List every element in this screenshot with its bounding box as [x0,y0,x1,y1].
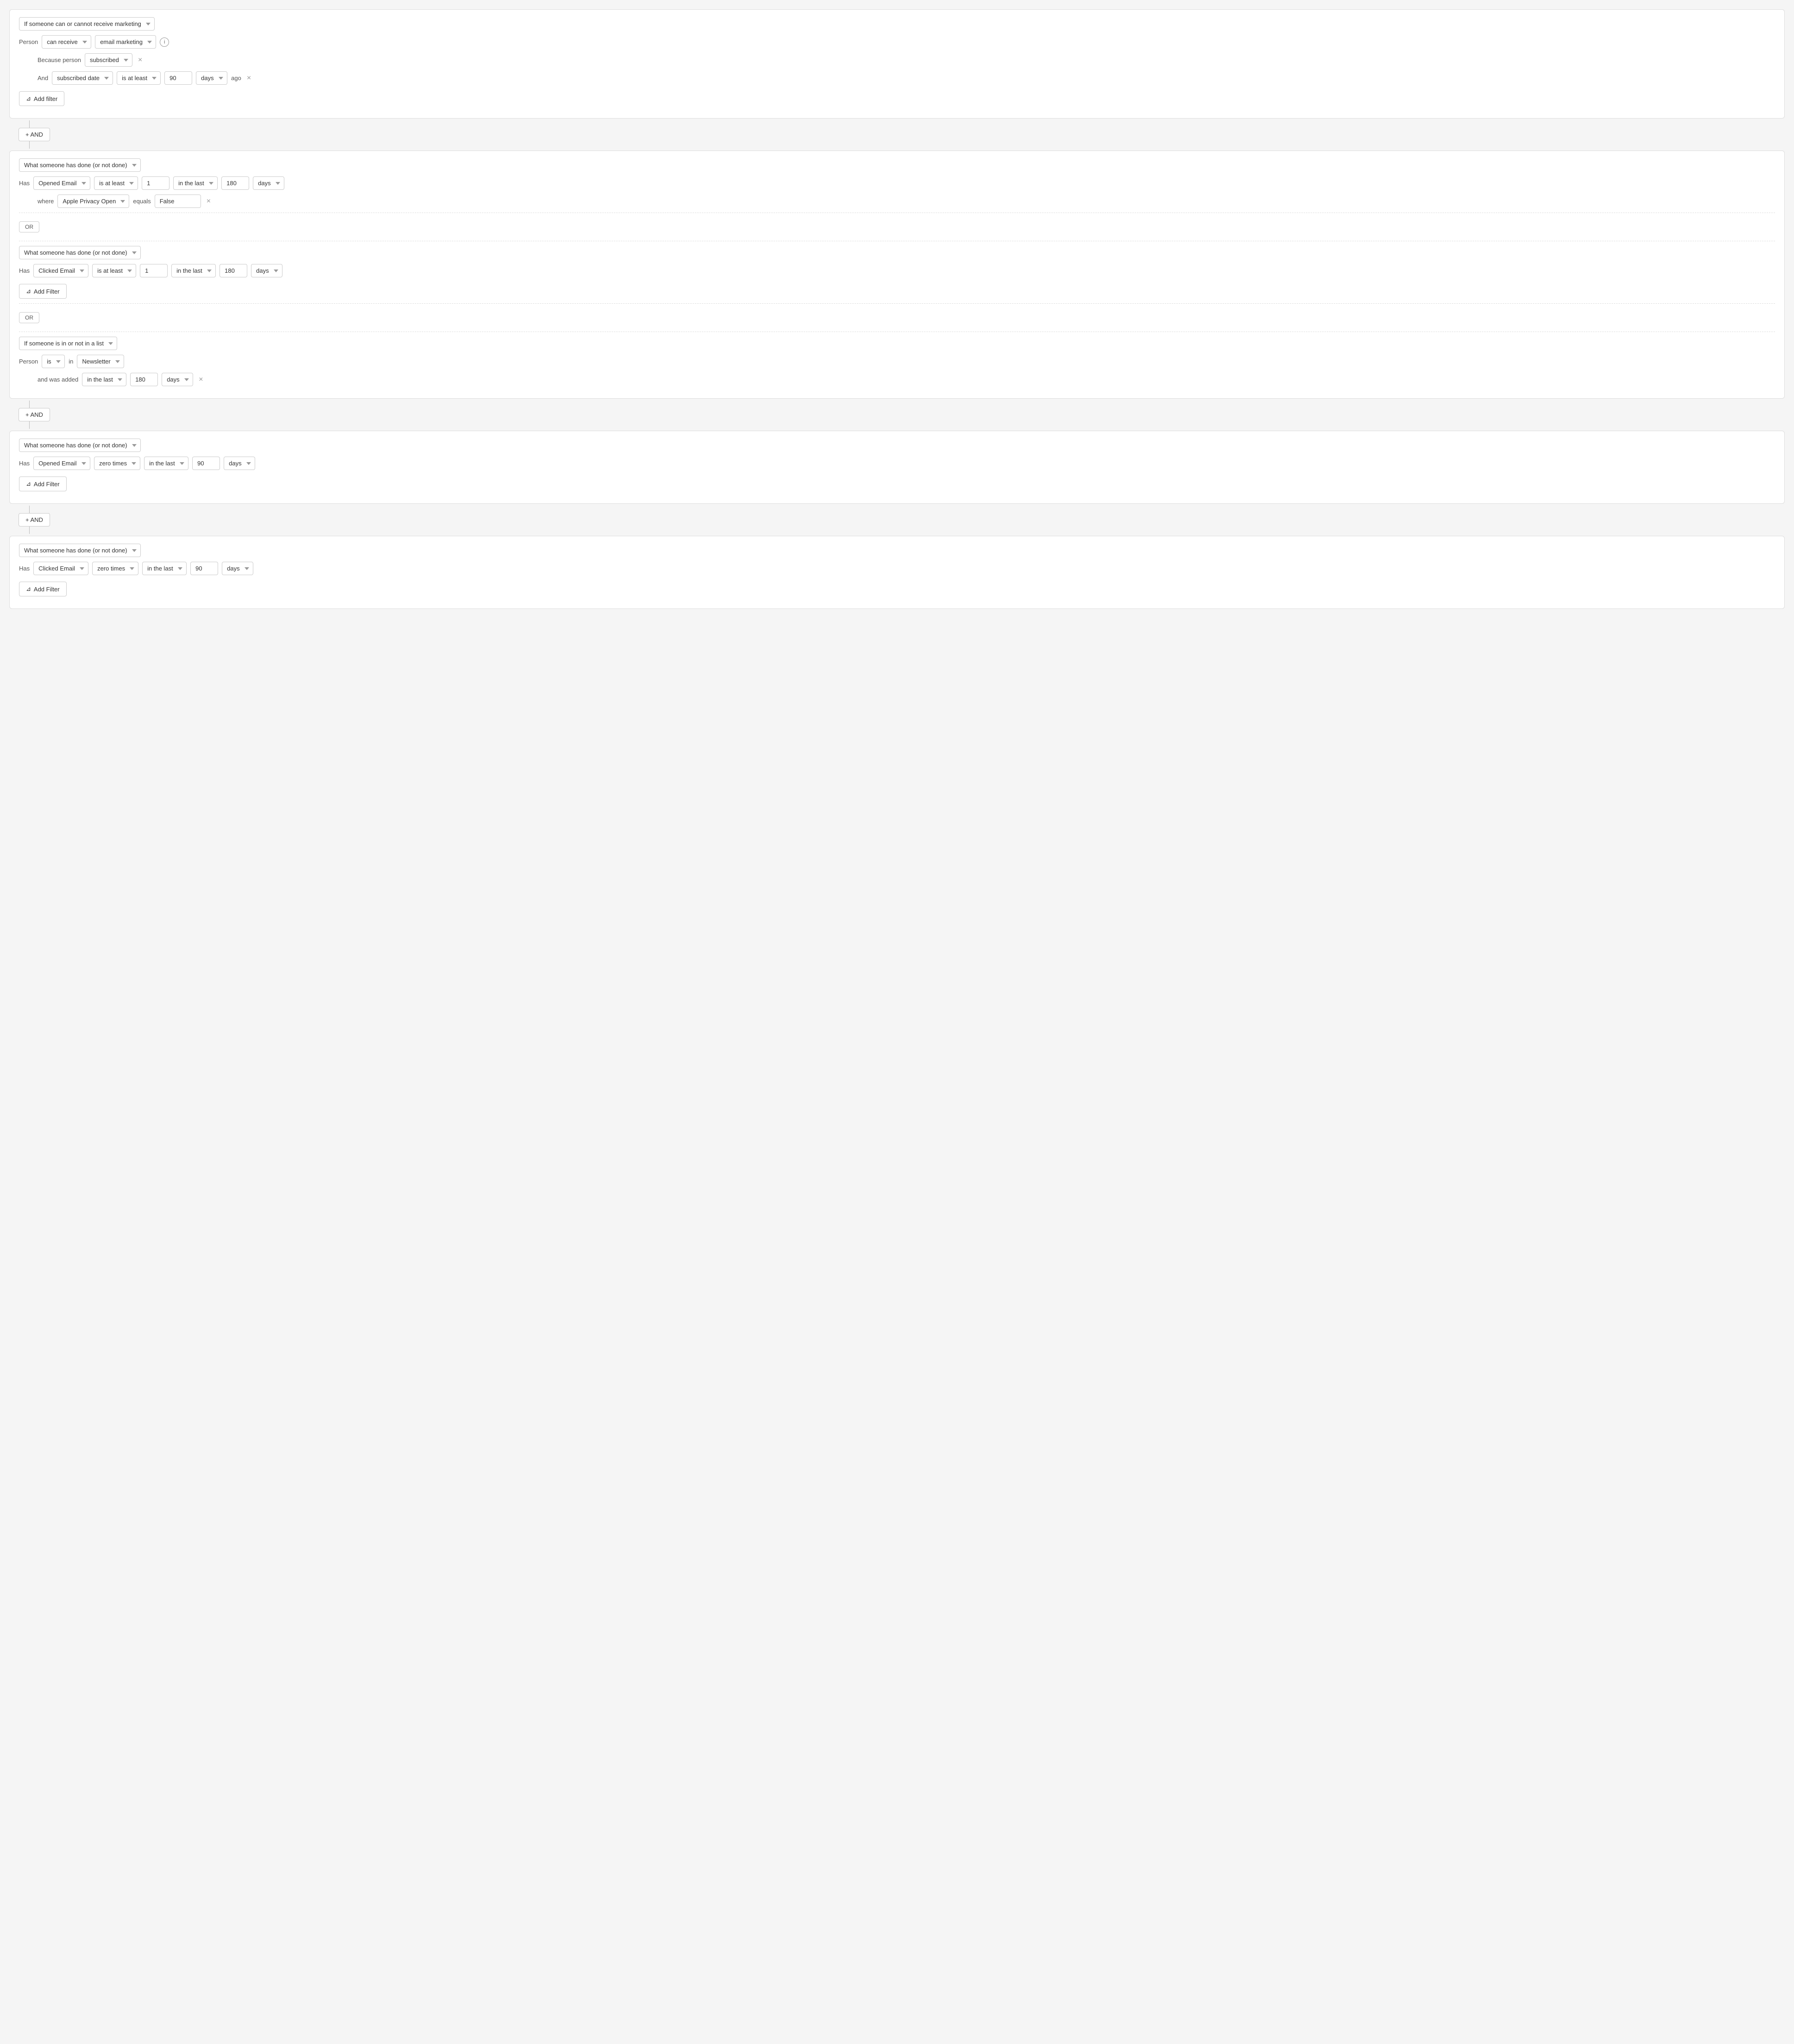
added-unit-2c[interactable]: days [162,373,193,386]
vline-3 [29,401,30,408]
main-select-2a[interactable]: What someone has done (or not done) [19,158,141,172]
add-filter-btn-1[interactable]: ⊿ Add filter [19,91,64,106]
and-connector-3: + AND [19,504,1785,536]
equals-value-2a[interactable] [155,194,201,208]
or-divider-3 [19,303,1775,304]
apple-privacy-select[interactable]: Apple Privacy Open [57,194,129,208]
close-where-btn[interactable]: × [205,197,213,206]
is-at-least-select-1[interactable]: is at least [117,71,161,85]
add-filter-btn-3[interactable]: ⊿ Add Filter [19,477,67,491]
sub-block-clicked-email: What someone has done (or not done) Has … [19,246,1775,299]
and-btn-3[interactable]: + AND [19,513,50,527]
condition-block-2: What someone has done (or not done) Has … [9,150,1785,399]
and-connector-1: + AND [19,119,1785,150]
clicked-email-select[interactable]: Clicked Email [33,264,88,277]
in-the-last-select-3[interactable]: in the last [144,457,188,470]
email-marketing-select[interactable]: email marketing [95,35,156,49]
vline-1 [29,120,30,128]
close-and-btn[interactable]: × [245,74,253,83]
or-badge-2: OR [19,312,39,323]
and-connector-2: + AND [19,399,1785,431]
added-value-2c[interactable] [130,373,158,386]
time-unit-3[interactable]: days [224,457,255,470]
value-2b[interactable] [140,264,168,277]
has-label-2a: Has [19,180,30,187]
where-label-2a: where [38,198,54,205]
value-2a[interactable] [142,176,169,190]
and-btn-1[interactable]: + AND [19,128,50,141]
time-unit-4[interactable]: days [222,562,253,575]
in-label-2c: in [69,358,73,365]
opened-email-select[interactable]: Opened Email [33,176,90,190]
because-label: Because person [38,56,81,63]
is-at-least-select-2b[interactable]: is at least [92,264,136,277]
main-select-1[interactable]: If someone can or cannot receive marketi… [19,17,155,31]
has-label-3: Has [19,460,30,467]
condition-block-4: What someone has done (or not done) Has … [9,536,1785,609]
add-filter-btn-2b[interactable]: ⊿ Add Filter [19,284,67,299]
vline-5 [29,506,30,513]
time-condition-2a[interactable]: in the last [173,176,218,190]
main-select-3[interactable]: What someone has done (or not done) [19,439,141,452]
main-select-4[interactable]: What someone has done (or not done) [19,544,141,557]
time-unit-2a[interactable]: days [253,176,284,190]
and-btn-2[interactable]: + AND [19,408,50,421]
is-select-2c[interactable]: is [42,355,65,368]
opened-email-select-3[interactable]: Opened Email [33,457,90,470]
vline-4 [29,421,30,429]
filter-icon-3: ⊿ [26,480,31,488]
vline-6 [29,527,30,534]
can-receive-select[interactable]: can receive [42,35,91,49]
zero-times-select-4[interactable]: zero times [92,562,138,575]
add-filter-label-4: Add Filter [34,586,60,593]
subscribed-select[interactable]: subscribed [85,53,132,67]
person-label-1: Person [19,38,38,45]
person-label-2c: Person [19,358,38,365]
and-label-1: And [38,75,48,82]
filter-icon-2b: ⊿ [26,288,31,295]
equals-label-2a: equals [133,198,151,205]
has-label-4: Has [19,565,30,572]
add-filter-btn-4[interactable]: ⊿ Add Filter [19,582,67,596]
days-value-1[interactable] [164,71,192,85]
has-label-2b: Has [19,267,30,274]
time-unit-2b[interactable]: days [251,264,282,277]
main-select-2c[interactable]: If someone is in or not in a list [19,337,117,350]
time-value-4[interactable] [190,562,218,575]
close-because-btn[interactable]: × [136,56,144,65]
add-filter-label-3: Add Filter [34,481,60,488]
condition-block-3: What someone has done (or not done) Has … [9,431,1785,504]
filter-icon-1: ⊿ [26,95,31,102]
time-value-2a[interactable] [221,176,249,190]
add-filter-label-2b: Add Filter [34,288,60,295]
clicked-email-select-4[interactable]: Clicked Email [33,562,88,575]
is-at-least-select-2a[interactable]: is at least [94,176,138,190]
days-unit-1[interactable]: days [196,71,227,85]
sub-block-opened-email: What someone has done (or not done) Has … [19,158,1775,208]
subscribed-date-select[interactable]: subscribed date [52,71,113,85]
and-was-added-label: and was added [38,376,78,383]
condition-block-1: If someone can or cannot receive marketi… [9,9,1785,119]
sub-block-list: If someone is in or not in a list Person… [19,337,1775,386]
time-value-3[interactable] [192,457,220,470]
add-filter-label-1: Add filter [34,95,57,102]
close-added-btn[interactable]: × [197,375,205,384]
zero-times-select-3[interactable]: zero times [94,457,140,470]
or-badge-1: OR [19,221,39,232]
main-select-2b[interactable]: What someone has done (or not done) [19,246,141,259]
in-the-last-select-2c[interactable]: in the last [82,373,126,386]
ago-label: ago [231,75,241,82]
filter-icon-4: ⊿ [26,585,31,593]
time-condition-2b[interactable]: in the last [171,264,216,277]
time-value-2b[interactable] [220,264,247,277]
vline-2 [29,141,30,149]
in-the-last-select-4[interactable]: in the last [142,562,187,575]
info-icon-1[interactable]: i [160,38,169,47]
newsletter-select[interactable]: Newsletter [77,355,124,368]
